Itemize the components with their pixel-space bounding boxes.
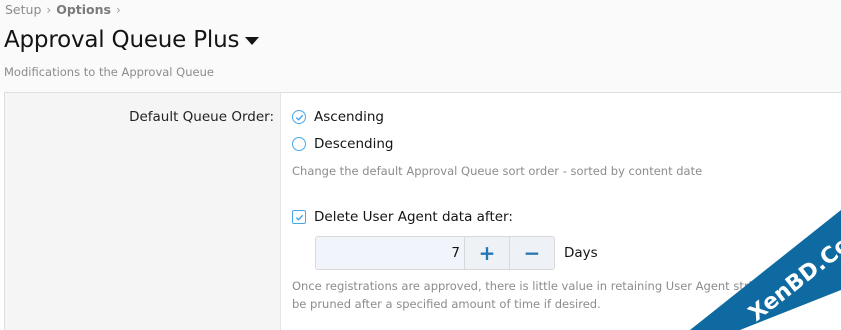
breadcrumb-item-options[interactable]: Options	[56, 2, 111, 17]
queue-order-label: Default Queue Order:	[129, 109, 274, 125]
user-agent-hint-line1: Once registrations are approved, there i…	[292, 279, 841, 293]
chevron-right-icon: ›	[115, 2, 121, 17]
label-column: Default Queue Order:	[5, 93, 281, 330]
radio-ascending[interactable]: Ascending	[292, 109, 384, 125]
breadcrumb: Setup › Options ›	[5, 2, 121, 17]
chevron-right-icon: ›	[46, 2, 52, 17]
page-description: Modifications to the Approval Queue	[4, 65, 214, 79]
radio-unchecked-icon[interactable]	[292, 137, 306, 151]
page-header: Setup › Options › Approval Queue Plus Mo…	[0, 0, 841, 92]
user-agent-hint-line2: be pruned after a specified amount of ti…	[292, 297, 601, 311]
page-title[interactable]: Approval Queue Plus	[4, 27, 260, 53]
radio-ascending-label: Ascending	[314, 109, 384, 125]
days-units-label: Days	[564, 245, 598, 261]
caret-down-icon[interactable]	[245, 37, 260, 45]
checkbox-delete-user-agent[interactable]: Delete User Agent data after:	[292, 209, 513, 225]
page-title-text: Approval Queue Plus	[4, 27, 240, 53]
increment-button[interactable]: +	[464, 237, 509, 269]
breadcrumb-item-setup[interactable]: Setup	[5, 2, 41, 17]
days-input[interactable]: 7	[316, 237, 464, 269]
options-block: Default Queue Order: Ascending Descendin…	[4, 92, 841, 330]
checkbox-checked-icon[interactable]	[292, 210, 306, 224]
days-number-box: 7 + −	[315, 236, 555, 270]
radio-descending-label: Descending	[314, 136, 394, 152]
radio-descending[interactable]: Descending	[292, 136, 393, 152]
queue-order-hint: Change the default Approval Queue sort o…	[292, 164, 703, 178]
radio-checked-icon[interactable]	[292, 110, 306, 124]
decrement-button[interactable]: −	[509, 237, 554, 269]
checkbox-delete-user-agent-label: Delete User Agent data after:	[314, 209, 513, 225]
